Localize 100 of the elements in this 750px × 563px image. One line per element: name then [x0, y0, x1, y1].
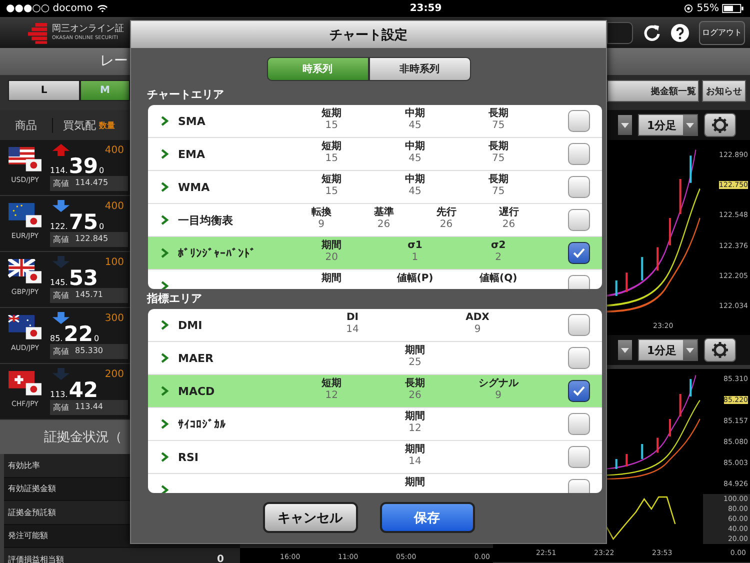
price-text: 122.75 0	[50, 212, 106, 232]
size-tab[interactable]: L	[8, 80, 80, 101]
candle	[656, 247, 659, 271]
checkbox[interactable]	[568, 380, 590, 402]
interval-dropdown[interactable]: 1分足	[638, 114, 698, 136]
section-title: チャートエリア	[146, 87, 225, 103]
parameter-label: ADX	[466, 312, 490, 324]
nav-button[interactable]: 拠金額一覧	[607, 80, 699, 102]
settings-button[interactable]	[704, 338, 736, 362]
chevron-icon	[161, 353, 169, 363]
settings-icon	[712, 117, 728, 133]
chevron-icon	[161, 320, 169, 330]
parameter-label: 期間	[405, 411, 425, 423]
parameter-value: 12	[408, 423, 422, 435]
indicator-row[interactable]: 期間 値幅(P) 値幅(Q)	[148, 270, 602, 289]
parameter-label: 期間	[405, 345, 425, 357]
mode-tab[interactable]: 非時系列	[368, 57, 470, 81]
high-label: 高値	[53, 234, 69, 245]
dialog-button[interactable]: キャンセル	[262, 502, 358, 533]
indicator-name: ｻｲｺﾛｼﾞｶﾙ	[178, 418, 227, 430]
indicator-name: EMA	[178, 148, 206, 160]
parameter-label: 短期	[322, 141, 342, 153]
candle	[679, 394, 682, 416]
quantity-text: 400	[104, 145, 124, 156]
logo-icon	[28, 22, 48, 44]
high-price: 145.71	[75, 290, 103, 301]
indicator-row[interactable]: DMI DI 14 ADX 9	[148, 309, 602, 342]
high-price: 114.475	[75, 178, 108, 189]
checkbox[interactable]	[568, 176, 590, 198]
checkbox[interactable]	[568, 242, 590, 264]
parameter-value: 75	[492, 153, 505, 165]
location-icon	[684, 4, 693, 13]
indicator-row[interactable]: WMA 短期 15 中期 45 長期 75	[148, 171, 602, 204]
settings-button[interactable]	[704, 113, 736, 137]
nav-button[interactable]: お知らせ	[702, 80, 746, 102]
interval-dropdown[interactable]: 1分足	[638, 339, 698, 361]
parameter-label: 期間	[322, 240, 342, 252]
parameter-value: 20	[325, 252, 338, 264]
parameter-value: 2	[495, 252, 502, 264]
help-icon[interactable]	[671, 24, 689, 42]
section-title: 指標エリア	[146, 291, 203, 307]
candle	[641, 257, 644, 280]
indicator-row[interactable]: RSI 期間 14	[148, 441, 602, 474]
high-label: 高値	[53, 290, 69, 301]
chevron-icon	[161, 452, 169, 462]
high-price: 85.330	[75, 346, 103, 357]
input-field[interactable]	[607, 22, 633, 44]
oscillator-line	[605, 496, 676, 540]
column-header: 商品	[0, 118, 53, 132]
wifi-icon	[96, 4, 108, 13]
table-cell-text: 評価損益相当額	[7, 554, 65, 563]
parameter-value: 15	[325, 153, 338, 165]
checkmark-icon	[573, 248, 585, 258]
price-text: 114.39 0	[50, 156, 106, 176]
chevron-icon	[161, 485, 169, 493]
indicator-name: RSI	[178, 450, 200, 464]
parameter-value: 9	[318, 219, 324, 231]
flag-icon	[8, 315, 42, 341]
chevron-icon	[161, 386, 169, 396]
refresh-icon[interactable]	[643, 24, 661, 42]
battery-icon	[722, 4, 744, 13]
indicator-row[interactable]: EMA 短期 15 中期 45 長期 75	[148, 138, 602, 171]
checkbox[interactable]	[568, 143, 590, 165]
parameter-label: 転換	[311, 207, 332, 219]
flag-icon	[8, 259, 42, 285]
parameter-label: 長期	[488, 141, 508, 153]
settings-icon	[712, 342, 728, 358]
indicator-row[interactable]: ｻｲｺﾛｼﾞｶﾙ 期間 12	[148, 408, 602, 441]
checkbox[interactable]	[568, 446, 590, 468]
logo-title: 岡三オンライン証	[52, 24, 124, 34]
indicator-name: SMA	[178, 114, 206, 128]
parameter-value: 14	[408, 456, 422, 468]
parameter-label: 先行	[436, 207, 456, 219]
parameter-value: 45	[408, 120, 422, 132]
indicator-row[interactable]: MACD 短期 12 長期 26 シグナル 9	[148, 375, 602, 408]
candle	[626, 454, 628, 466]
checkbox[interactable]	[568, 209, 590, 231]
checkbox[interactable]	[568, 413, 590, 435]
logout-button[interactable]: ログアウト	[699, 20, 745, 44]
checkmark-icon	[573, 386, 585, 396]
parameter-value: 26	[377, 219, 390, 231]
candle	[690, 379, 692, 396]
parameter-value: 15	[325, 120, 338, 132]
indicator-row[interactable]: SMA 短期 15 中期 45 長期 75	[148, 105, 602, 138]
parameter-label: 短期	[322, 108, 342, 120]
dialog-button[interactable]: 保存	[380, 502, 474, 533]
checkbox[interactable]	[568, 314, 590, 336]
price-text: 113.42	[50, 380, 100, 400]
parameter-label: 期間	[322, 273, 342, 285]
parameter-label: 中期	[404, 108, 425, 120]
checkbox[interactable]	[568, 347, 590, 369]
parameter-label: 長期	[404, 378, 425, 390]
indicator-row[interactable]: ﾎﾞﾘﾝｼﾞｬｰﾊﾞﾝﾄﾞ 期間 20 σ1 1 σ2 2	[148, 237, 602, 270]
parameter-label: 値幅(P)	[396, 273, 434, 285]
parameter-label: σ1	[408, 240, 422, 252]
quantity-text: 100	[104, 257, 124, 268]
parameter-label: 長期	[488, 108, 508, 120]
column-header: 数量	[99, 120, 115, 130]
checkbox[interactable]	[568, 110, 590, 132]
parameter-value: 45	[408, 153, 422, 165]
